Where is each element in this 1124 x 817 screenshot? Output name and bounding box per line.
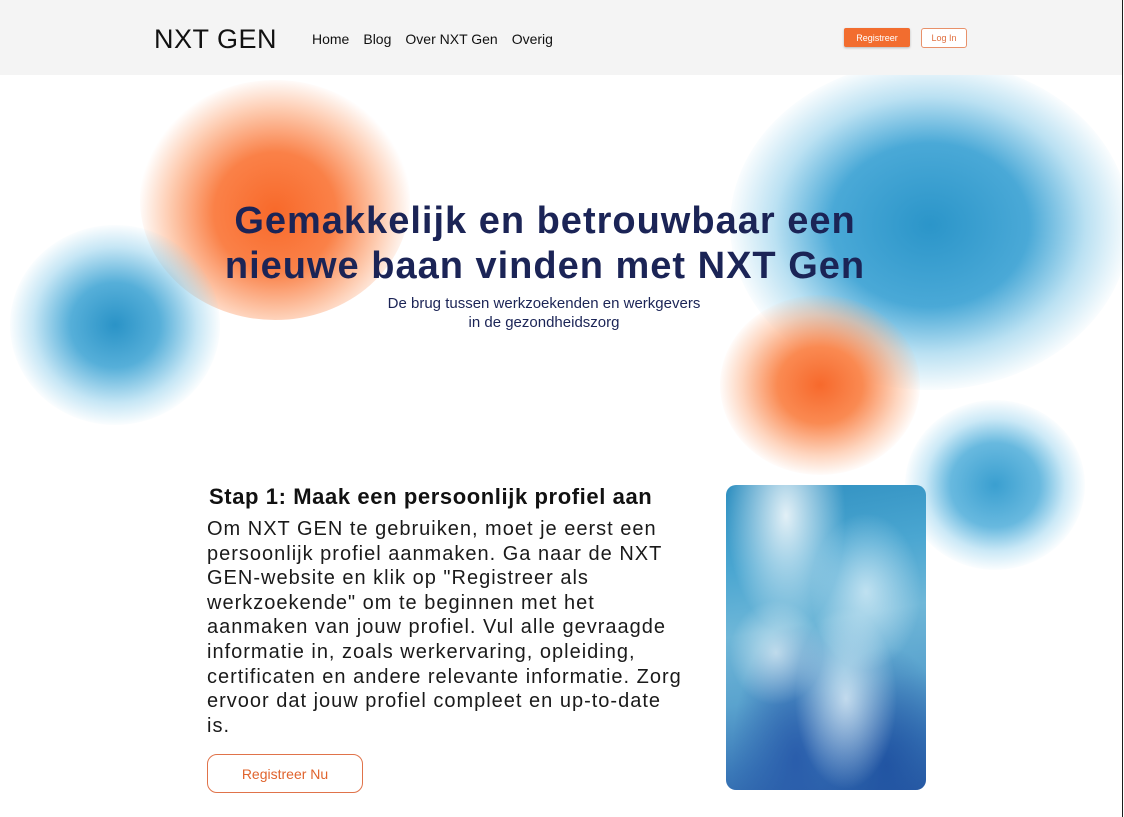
page: NXT GEN Home Blog Over NXT Gen Overig Re… — [0, 0, 1124, 817]
page-edge-divider — [1122, 0, 1123, 817]
site-header: NXT GEN Home Blog Over NXT Gen Overig Re… — [0, 0, 1122, 75]
main-nav: Home Blog Over NXT Gen Overig — [312, 31, 553, 47]
blue-blob-decoration — [905, 400, 1085, 570]
step-title: Stap 1: Maak een persoonlijk profiel aan — [209, 484, 653, 509]
hero-title: Gemakkelijk en betrouwbaar een nieuwe ba… — [180, 199, 910, 289]
site-logo[interactable]: NXT GEN — [154, 24, 277, 55]
nav-item-home[interactable]: Home — [312, 31, 349, 47]
login-button[interactable]: Log In — [921, 28, 967, 48]
register-button[interactable]: Registreer — [844, 28, 910, 47]
nav-item-blog[interactable]: Blog — [363, 31, 391, 47]
step-illustration-image — [726, 485, 926, 790]
hero-title-line: Gemakkelijk en betrouwbaar een — [234, 200, 856, 242]
nav-item-over-nxt-gen[interactable]: Over NXT Gen — [405, 31, 497, 47]
hero-subtitle-line: De brug tussen werkzoekenden en werkgeve… — [387, 295, 701, 312]
step-description: Om NXT GEN te gebruiken, moet je eerst e… — [207, 518, 682, 737]
hero-subtitle-line: in de gezondheidszorg — [468, 314, 620, 331]
nav-item-overig[interactable]: Overig — [512, 31, 553, 47]
hero-subtitle: De brug tussen werkzoekenden en werkgeve… — [294, 294, 794, 332]
hero-title-line: nieuwe baan vinden met NXT Gen — [224, 245, 866, 287]
register-now-button[interactable]: Registreer Nu — [207, 754, 363, 793]
